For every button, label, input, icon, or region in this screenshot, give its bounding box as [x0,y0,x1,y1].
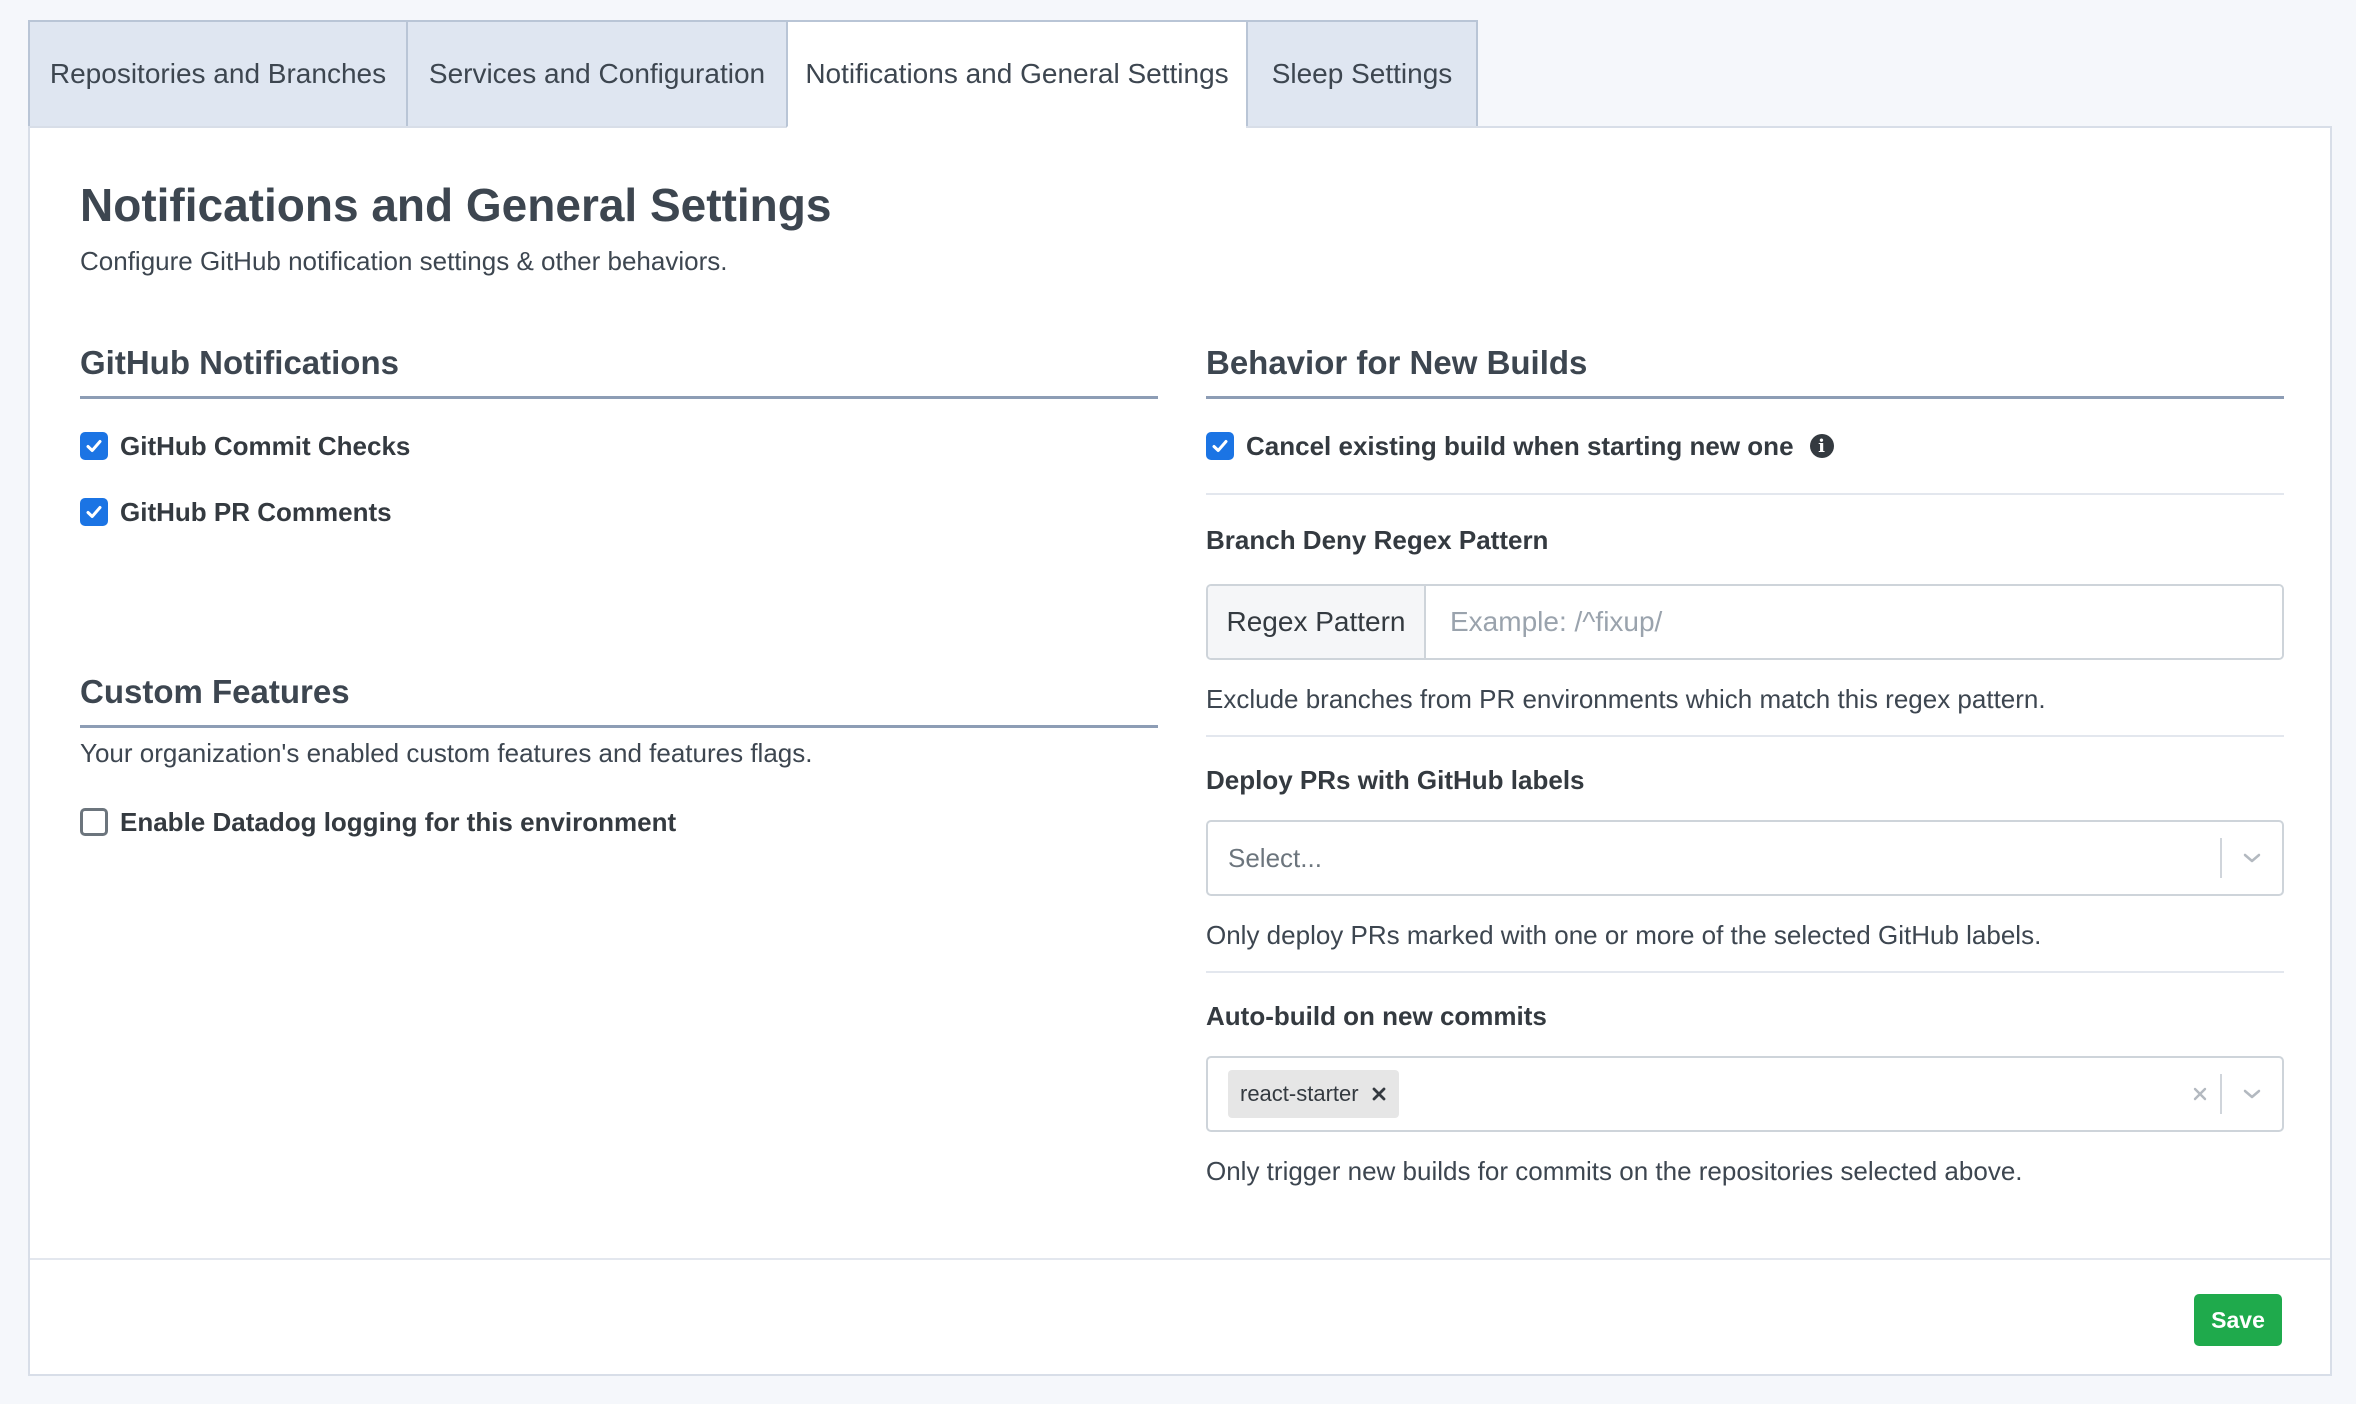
remove-tag-icon[interactable] [1359,1070,1399,1118]
repository-tag: react-starter [1228,1070,1399,1118]
github-pr-comments-checkbox[interactable] [80,498,108,526]
auto-build-select[interactable]: react-starter [1206,1056,2284,1132]
cancel-existing-build-label: Cancel existing build when starting new … [1246,430,1794,461]
branch-deny-input-group: Regex Pattern [1206,584,2284,660]
custom-features-heading: Custom Features [80,673,350,710]
auto-build-help: Only trigger new builds for commits on t… [1206,1156,2023,1186]
new-builds-heading: Behavior for New Builds [1206,344,1588,381]
cancel-existing-build-checkbox[interactable] [1206,432,1234,460]
tab-services-and-configuration[interactable]: Services and Configuration [406,20,786,128]
github-pr-comments-label: GitHub PR Comments [120,496,392,527]
regex-pattern-input[interactable] [1426,586,2282,658]
datadog-logging-checkbox[interactable] [80,808,108,836]
github-commit-checks-option[interactable]: GitHub Commit Checks [80,413,1158,479]
tab-notifications-and-general-settings[interactable]: Notifications and General Settings [786,20,1246,128]
datadog-logging-option[interactable]: Enable Datadog logging for this environm… [80,789,1158,855]
deploy-labels-select[interactable]: Select... [1206,820,2284,896]
cancel-existing-build-option[interactable]: Cancel existing build when starting new … [1206,413,2284,479]
auto-build-label: Auto-build on new commits [1206,1001,1547,1031]
github-commit-checks-label: GitHub Commit Checks [120,430,411,461]
branch-deny-label: Branch Deny Regex Pattern [1206,525,1549,555]
tab-repositories-and-branches[interactable]: Repositories and Branches [28,20,406,128]
github-notifications-heading: GitHub Notifications [80,344,399,381]
branch-deny-help: Exclude branches from PR environments wh… [1206,684,2046,714]
regex-pattern-prefix: Regex Pattern [1208,586,1426,658]
repository-tag-label: react-starter [1240,1081,1359,1106]
deploy-labels-help: Only deploy PRs marked with one or more … [1206,920,2042,950]
datadog-logging-label: Enable Datadog logging for this environm… [120,806,677,837]
save-button[interactable]: Save [2194,1294,2282,1346]
page-subtitle: Configure GitHub notification settings &… [80,246,728,276]
right-column: Behavior for New Builds Cancel existing … [1206,338,2284,1187]
deploy-labels-placeholder: Select... [1228,842,1322,873]
deploy-labels-label: Deploy PRs with GitHub labels [1206,765,1585,795]
chevron-down-icon[interactable] [2222,1056,2282,1132]
checkmark-icon [1212,440,1228,452]
page-title: Notifications and General Settings [80,179,832,231]
github-commit-checks-checkbox[interactable] [80,432,108,460]
settings-card: Notifications and General Settings Confi… [28,126,2332,1376]
tab-bar: Repositories and Branches Services and C… [28,20,1478,128]
custom-features-description: Your organization's enabled custom featu… [80,738,813,768]
tab-sleep-settings[interactable]: Sleep Settings [1246,20,1478,128]
checkmark-icon [86,440,102,452]
left-column: GitHub Notifications GitHub Commit Check… [80,338,1158,855]
footer-divider [30,1258,2330,1260]
chevron-down-icon[interactable] [2222,820,2282,896]
info-icon[interactable]: i [1809,434,1834,458]
checkmark-icon [86,506,102,518]
clear-selection-icon[interactable] [2180,1056,2220,1132]
github-pr-comments-option[interactable]: GitHub PR Comments [80,479,1158,545]
